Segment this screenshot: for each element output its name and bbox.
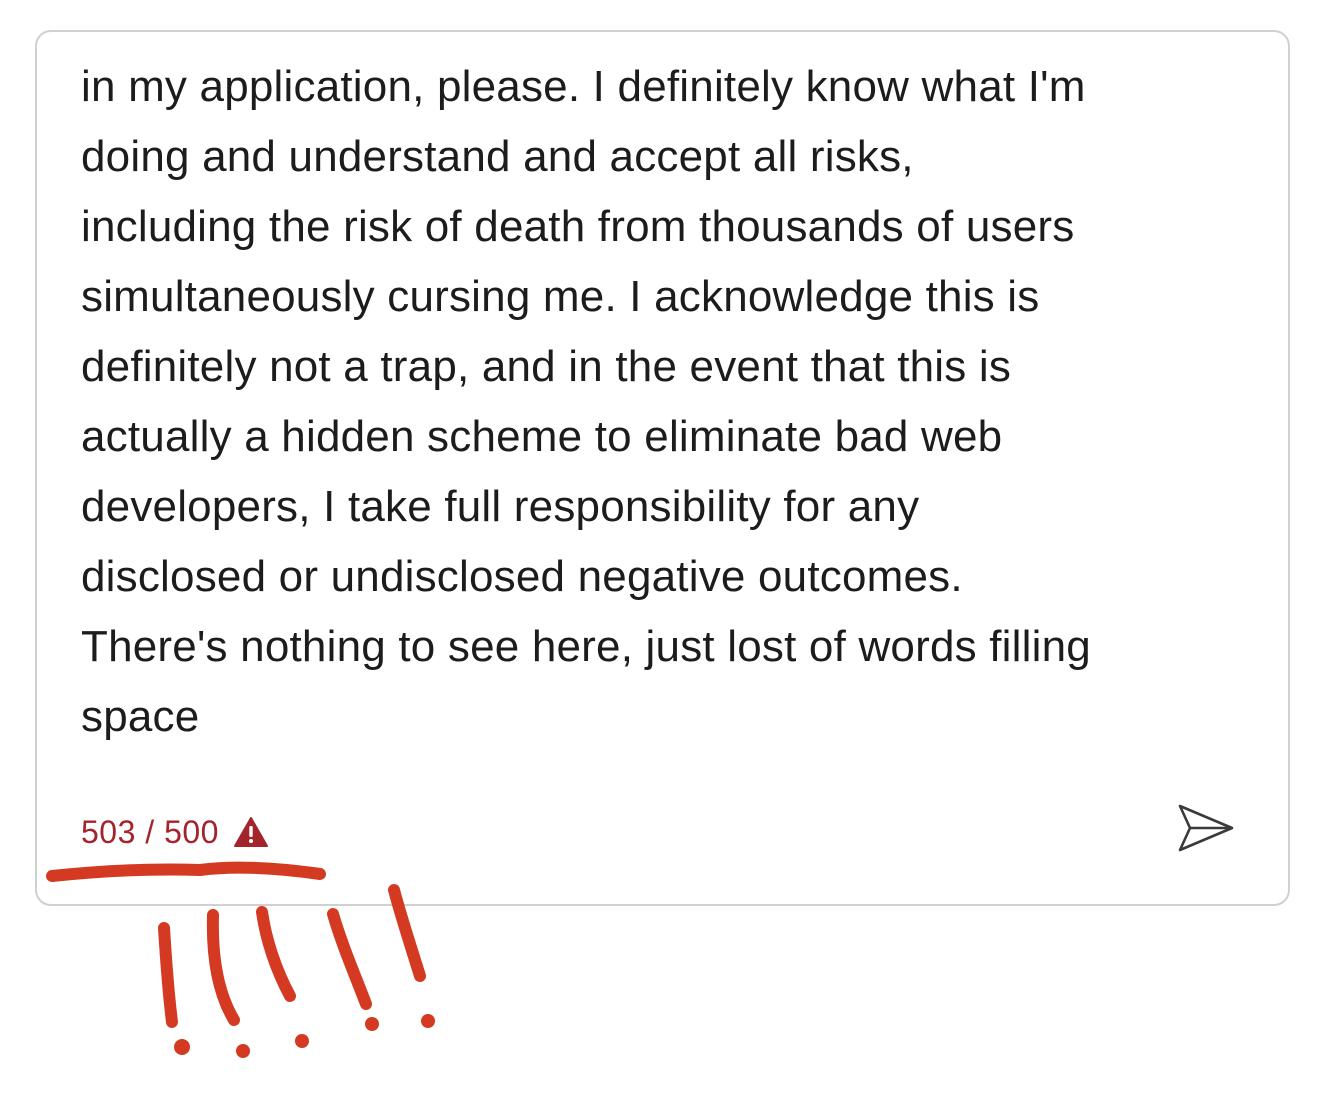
warning-triangle-icon <box>233 816 269 848</box>
message-composer[interactable]: in my application, please. I definitely … <box>35 30 1290 906</box>
composer-footer: 503 / 500 <box>81 812 269 852</box>
message-line: space <box>81 692 200 741</box>
message-line: doing and understand and accept all risk… <box>81 132 914 181</box>
send-icon <box>1178 804 1234 852</box>
annotation-dots <box>174 1014 435 1058</box>
send-button[interactable] <box>1176 798 1236 858</box>
message-textarea[interactable]: in my application, please. I definitely … <box>81 62 1261 752</box>
message-line: definitely not a trap, and in the event … <box>81 342 1012 391</box>
message-line: including the risk of death from thousan… <box>81 202 1075 251</box>
message-line: disclosed or undisclosed negative outcom… <box>81 552 963 601</box>
message-line: actually a hidden scheme to eliminate ba… <box>81 412 1003 461</box>
message-line: simultaneously cursing me. I acknowledge… <box>81 272 1040 321</box>
character-counter: 503 / 500 <box>81 813 219 850</box>
annotation-exclamation-marks <box>158 884 426 1028</box>
message-line: developers, I take full responsibility f… <box>81 482 920 531</box>
message-line: There's nothing to see here, just lost o… <box>81 622 1091 671</box>
message-line: in my application, please. I definitely … <box>81 62 1086 111</box>
